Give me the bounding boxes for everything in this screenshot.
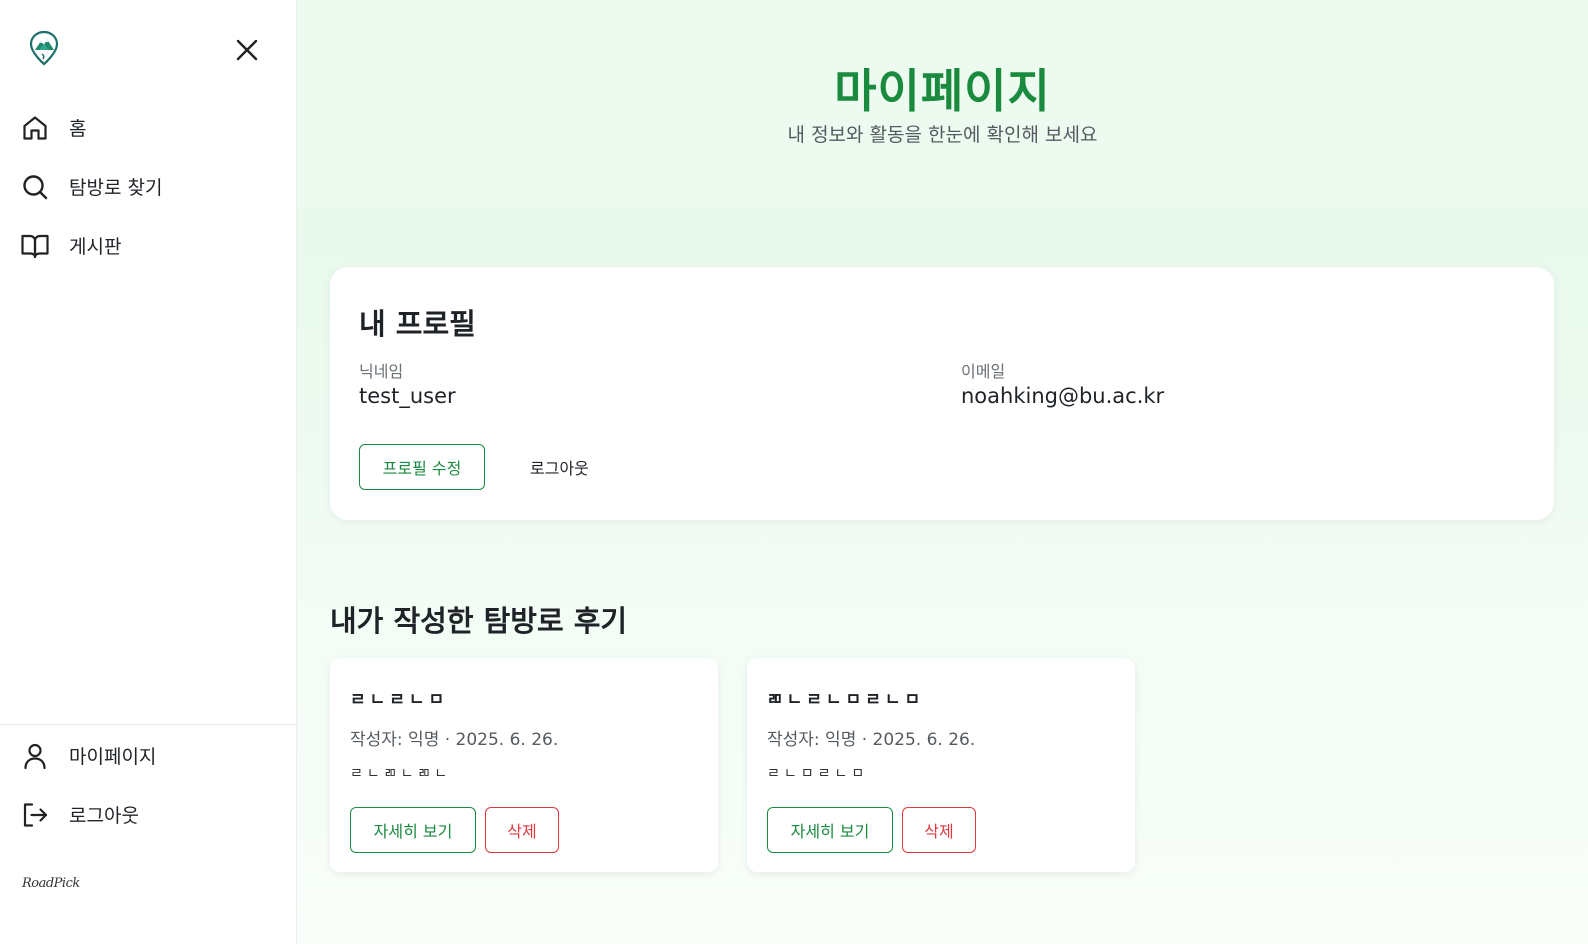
delete-button[interactable]: 삭제	[485, 807, 559, 853]
sidebar-item-mypage[interactable]: 마이페이지	[0, 726, 296, 785]
logout-icon	[20, 800, 50, 830]
nickname-value: test_user	[359, 384, 456, 408]
profile-heading: 내 프로필	[359, 307, 476, 341]
review-meta: 작성자: 익명 · 2025. 6. 26.	[767, 730, 976, 750]
review-card: ㄹㄴㄹㄴㅁ 작성자: 익명 · 2025. 6. 26. ㄹㄴㄻㄴㄻㄴ 자세히 …	[330, 658, 718, 872]
sidebar-item-trail-search[interactable]: 탐방로 찾기	[0, 157, 296, 216]
page-header: 마이페이지 내 정보와 활동을 한눈에 확인해 보세요	[297, 0, 1588, 207]
sidebar-item-label: 탐방로 찾기	[69, 177, 163, 199]
logout-button[interactable]: 로그아웃	[524, 444, 595, 490]
sidebar-nav: 홈 탐방로 찾기 게시판	[0, 98, 296, 275]
close-icon[interactable]	[233, 36, 261, 64]
sidebar-item-home[interactable]: 홈	[0, 98, 296, 157]
page-subtitle: 내 정보와 활동을 한눈에 확인해 보세요	[787, 124, 1098, 146]
sidebar-item-label: 로그아웃	[69, 805, 139, 827]
nickname-label: 닉네임	[359, 362, 404, 381]
mountain-pin-logo-icon[interactable]	[28, 30, 60, 68]
edit-profile-button[interactable]: 프로필 수정	[359, 444, 485, 490]
main-content: 마이페이지 내 정보와 활동을 한눈에 확인해 보세요 내 프로필 닉네임 te…	[297, 0, 1588, 944]
sidebar-item-logout[interactable]: 로그아웃	[0, 785, 296, 844]
search-icon	[20, 172, 50, 202]
sidebar-item-board[interactable]: 게시판	[0, 216, 296, 275]
reviews-heading: 내가 작성한 탐방로 후기	[330, 604, 628, 638]
review-title: ㄻㄴㄹㄴㅁㄹㄴㅁ	[767, 690, 925, 710]
email-value: noahking@bu.ac.kr	[961, 384, 1165, 408]
profile-card: 내 프로필 닉네임 test_user 이메일 noahking@bu.ac.k…	[330, 267, 1554, 520]
view-detail-button[interactable]: 자세히 보기	[350, 807, 476, 853]
review-meta: 작성자: 익명 · 2025. 6. 26.	[350, 730, 559, 750]
user-icon	[20, 741, 50, 771]
review-title: ㄹㄴㄹㄴㅁ	[350, 690, 449, 710]
sidebar-bottom-nav: 마이페이지 로그아웃	[0, 724, 296, 844]
sidebar-item-label: 게시판	[69, 236, 122, 258]
review-card: ㄻㄴㄹㄴㅁㄹㄴㅁ 작성자: 익명 · 2025. 6. 26. ㄹㄴㅁㄹㄴㅁ 자…	[747, 658, 1135, 872]
page-title: 마이페이지	[834, 64, 1051, 118]
review-body: ㄹㄴㅁㄹㄴㅁ	[767, 766, 869, 782]
delete-button[interactable]: 삭제	[902, 807, 976, 853]
view-detail-button[interactable]: 자세히 보기	[767, 807, 893, 853]
home-icon	[20, 113, 50, 143]
email-label: 이메일	[961, 362, 1006, 381]
sidebar-item-label: 마이페이지	[69, 746, 157, 768]
book-icon	[20, 231, 50, 261]
sidebar: 홈 탐방로 찾기 게시판 마이페이지 로그아웃 RoadPick	[0, 0, 297, 944]
brand-footer-logo: RoadPick	[22, 876, 80, 891]
sidebar-item-label: 홈	[69, 118, 87, 140]
review-body: ㄹㄴㄻㄴㄻㄴ	[350, 766, 452, 782]
